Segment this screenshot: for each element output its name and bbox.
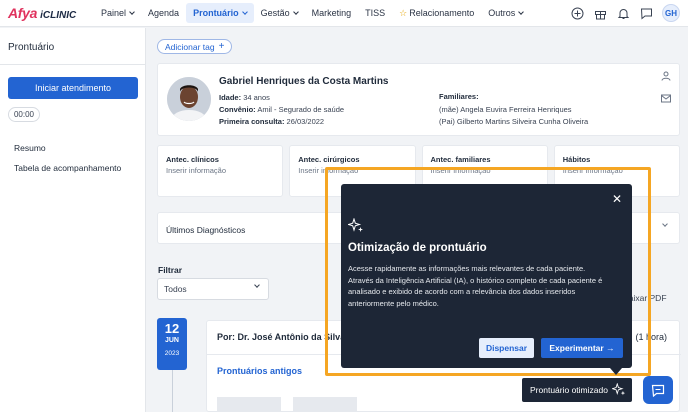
nav-agenda[interactable]: Agenda [141,3,186,23]
mail-icon[interactable] [661,94,671,105]
placeholder-block [217,397,281,412]
nav-relacionamento[interactable]: ☆ Relacionamento [392,3,481,23]
patient-photo [167,77,211,121]
chevron-down-icon [241,8,248,15]
sparkle-icon [610,382,626,399]
nav-tiss[interactable]: TISS [358,3,392,23]
sidebar-title: Prontuário [8,42,55,53]
timeline-line [172,370,173,412]
divider [0,64,146,65]
chevron-down-icon [292,8,299,15]
sparkle-icon [346,217,364,236]
family-title: Familiares: [439,92,479,101]
filter-select[interactable]: Todos [157,278,269,300]
user-icon[interactable] [661,71,671,83]
diagnostics-title: Últimos Diagnósticos [166,225,246,235]
add-tag-button[interactable]: Adicionar tag + [157,39,233,54]
chat-icon [651,384,665,397]
chevron-down-icon [129,8,135,15]
chevron-down-icon [662,221,668,227]
arrow-right-icon: → [606,343,615,353]
patient-age: Idade: 34 anos [219,93,270,102]
chat-button[interactable] [643,376,673,404]
chevron-down-icon [518,8,525,15]
patient-first-visit: Primeira consulta: 26/03/2022 [219,117,325,126]
try-button[interactable]: Experimentar → [541,338,623,358]
sidebar-item-resumo[interactable]: Resumo [14,143,46,153]
star-icon: ☆ [399,7,408,18]
nav-painel[interactable]: Painel [94,3,141,23]
gift-icon[interactable] [593,6,607,20]
user-avatar[interactable]: GH [662,4,680,22]
sidebar-item-tabela[interactable]: Tabela de acompanhamento [14,163,121,173]
app-logo[interactable]: Afya iCLINIC [0,5,94,21]
start-appointment-button[interactable]: Iniciar atendimento [8,77,138,99]
antec-clinicos-card[interactable]: Antec. clínicos Inserir informação [157,145,284,197]
filter-label: Filtrar [158,265,183,275]
logo-afya: Afya [8,5,38,21]
optimized-record-button[interactable]: Prontuário otimizado [522,378,632,402]
entry-date-badge: 12 JUN 2023 [157,318,187,370]
nav-gestao[interactable]: Gestão [254,3,305,23]
family-member: (mãe) Angela Euvira Ferreira Henriques [439,105,572,114]
patient-card: Gabriel Henriques da Costa Martins Idade… [157,63,680,136]
popover-title: Otimização de prontuário [348,242,487,254]
main-menu: Painel Agenda Prontuário Gestão Marketin… [94,0,530,27]
dismiss-button[interactable]: Dispensar [479,338,534,358]
nav-icon-group: GH [570,4,680,22]
patient-insurance: Convênio: Amil - Segurado de saúde [219,105,345,114]
patient-name: Gabriel Henriques da Costa Martins [219,76,389,87]
nav-prontuario[interactable]: Prontuário [186,3,254,23]
close-icon[interactable]: ✕ [612,192,622,206]
left-panel: Prontuário Iniciar atendimento 00:00 Res… [0,28,146,412]
logo-iclinic: iCLINIC [40,10,77,21]
message-icon[interactable] [639,6,653,20]
bell-icon[interactable] [616,6,630,20]
placeholder-block [293,397,357,412]
plus-circle-icon[interactable] [570,6,584,20]
old-records-link[interactable]: Prontuários antigos [217,366,302,376]
optimization-popover: ✕ Otimização de prontuário Acesse rapida… [341,184,632,375]
plus-icon: + [218,41,225,52]
popover-body: Acesse rapidamente as informações mais r… [348,264,603,308]
timer: 00:00 [8,107,40,122]
nav-outros[interactable]: Outros [481,3,530,23]
top-navigation: Afya iCLINIC Painel Agenda Prontuário Ge… [0,0,688,27]
popover-arrow [610,368,622,375]
family-member: (Pai) Gilberto Martins Silveira Cunha Ol… [439,117,589,126]
chevron-down-icon [254,282,260,288]
nav-marketing[interactable]: Marketing [305,3,359,23]
